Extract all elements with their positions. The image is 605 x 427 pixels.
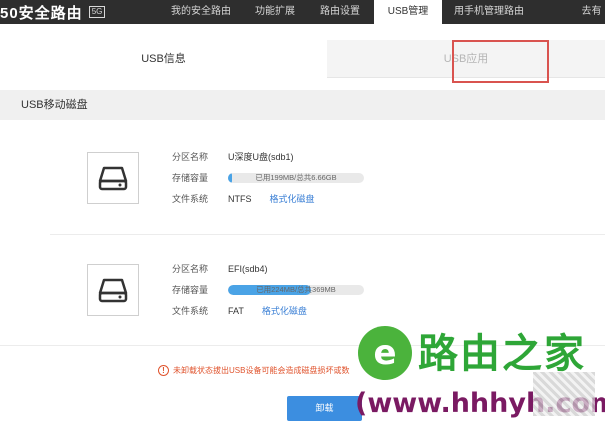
tab-usb-apps[interactable]: USB应用	[327, 40, 605, 78]
nav-tab-usb-management[interactable]: USB管理	[374, 0, 442, 24]
disk-card-2: 分区名称 EFI(sdb4) 存储容量 已用224MB/总共369MB 文件系统…	[0, 252, 605, 332]
section-header: USB移动磁盘	[0, 90, 605, 120]
partition-row: 分区名称 U深度U盘(sdb1)	[172, 150, 294, 164]
disk-card-1: 分区名称 U深度U盘(sdb1) 存储容量 已用199MB/总共6.66GB 文…	[0, 140, 605, 220]
partition-label: 分区名称	[172, 264, 209, 274]
filesystem-label: 文件系统	[172, 306, 209, 316]
nav-tab-mobile-management[interactable]: 用手机管理路由	[446, 0, 532, 24]
format-disk-link[interactable]: 格式化磁盘	[270, 192, 315, 206]
partition-row: 分区名称 EFI(sdb4)	[172, 262, 268, 276]
partition-value: U深度U盘(sdb1)	[228, 152, 294, 162]
filesystem-row: 文件系统 NTFS 格式化磁盘	[172, 192, 315, 206]
watermark-qr-code	[533, 372, 595, 416]
disk-divider	[50, 234, 605, 235]
watermark-text: 路由之家	[418, 332, 586, 376]
nav-tab-router-settings[interactable]: 路由设置	[309, 0, 371, 24]
filesystem-value: NTFS	[228, 194, 252, 204]
unmount-button[interactable]: 卸载	[287, 396, 362, 421]
tab-usb-info[interactable]: USB信息	[0, 40, 327, 78]
storage-label: 存储容量	[172, 285, 209, 295]
hard-drive-icon	[87, 264, 139, 316]
nav-tab-extensions[interactable]: 功能扩展	[244, 0, 306, 24]
storage-row: 存储容量 已用199MB/总共6.66GB	[172, 171, 364, 185]
section-title: USB移动磁盘	[21, 99, 88, 111]
storage-label: 存储容量	[172, 173, 209, 183]
storage-usage-bar: 已用224MB/总共369MB	[228, 285, 364, 295]
nav-tab-my-router[interactable]: 我的安全路由	[161, 0, 241, 24]
filesystem-label: 文件系统	[172, 194, 209, 204]
storage-usage-text: 已用224MB/总共369MB	[256, 285, 336, 294]
storage-row: 存储容量 已用224MB/总共369MB	[172, 283, 364, 297]
storage-usage-bar: 已用199MB/总共6.66GB	[228, 173, 364, 183]
filesystem-row: 文件系统 FAT 格式化磁盘	[172, 304, 307, 318]
brand-name: 50安全路由	[0, 4, 83, 22]
top-navigation-bar: 50安全路由 5G 我的安全路由 功能扩展 路由设置 USB管理 用手机管理路由…	[0, 0, 605, 24]
format-disk-link[interactable]: 格式化磁盘	[262, 304, 307, 318]
watermark-logo: e	[358, 326, 412, 380]
nav-tab-more[interactable]: 去有	[578, 0, 605, 24]
brand-badge: 5G	[88, 6, 106, 18]
unmount-warning: ! 未卸载状态拔出USB设备可能会造成磁盘损坏或数	[158, 363, 349, 377]
warning-text: 未卸载状态拔出USB设备可能会造成磁盘损坏或数	[173, 365, 350, 375]
filesystem-value: FAT	[228, 306, 244, 316]
storage-usage-text: 已用199MB/总共6.66GB	[255, 173, 337, 182]
partition-value: EFI(sdb4)	[228, 264, 268, 274]
brand-logo: 50安全路由 5G	[0, 0, 106, 24]
hard-drive-icon	[87, 152, 139, 204]
partition-label: 分区名称	[172, 152, 209, 162]
usb-subtabs: USB信息 USB应用	[0, 40, 605, 78]
warning-icon: !	[158, 364, 169, 376]
